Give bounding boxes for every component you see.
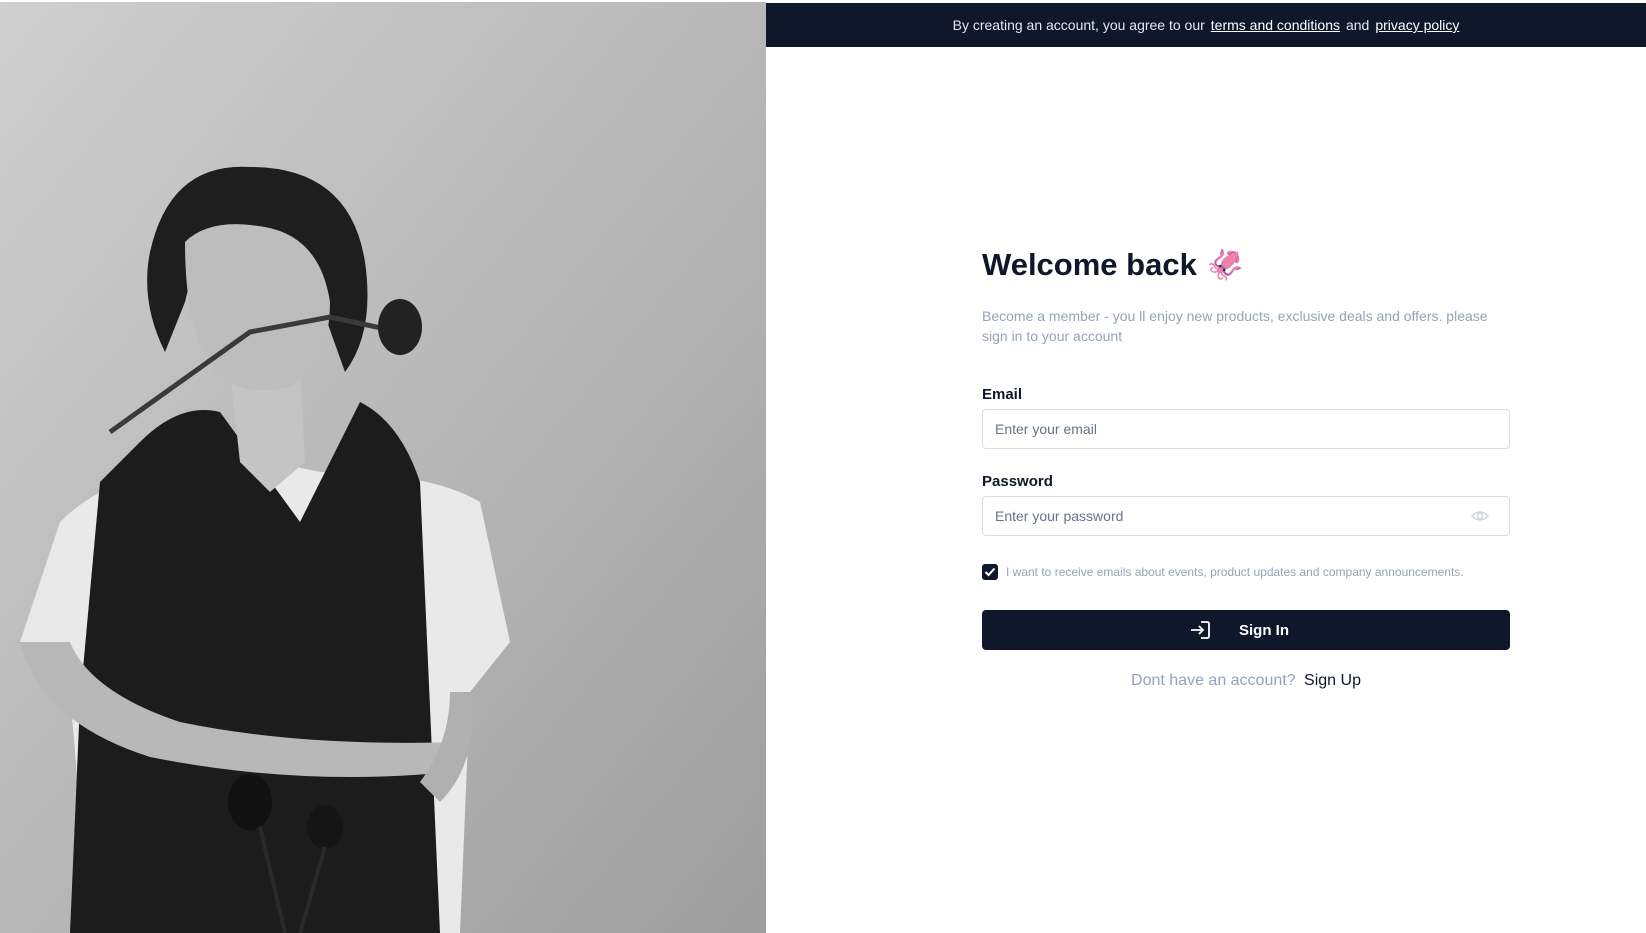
terms-and-conditions-link[interactable]: terms and conditions [1211,17,1340,33]
email-input[interactable] [983,410,1509,448]
email-label: Email [982,386,1023,403]
sign-in-form: Welcome back 🦑 Become a member - you ll … [982,240,1510,690]
sign-in-icon [1190,621,1210,643]
squid-emoji: 🦑 [1206,248,1245,282]
marketing-opt-in-label: I want to receive emails about events, p… [1006,565,1464,579]
terms-banner-text: By creating an account, you agree to our [952,17,1205,33]
page-subtitle: Become a member - you ll enjoy new produ… [982,308,1488,344]
password-field [982,496,1510,536]
signup-prompt: Dont have an account? Sign Up [982,672,1510,690]
marketing-opt-in: I want to receive emails about events, p… [982,564,1510,580]
terms-banner: By creating an account, you agree to our… [766,3,1646,47]
hero-photo-illustration [0,2,766,933]
password-label: Password [982,473,1053,490]
password-input[interactable] [983,497,1509,535]
signup-prompt-text: Dont have an account? [1131,672,1296,689]
privacy-policy-link[interactable]: privacy policy [1375,17,1459,33]
page-title: Welcome back 🦑 [982,240,1510,290]
sign-up-link[interactable]: Sign Up [1304,672,1361,689]
eye-icon[interactable] [1471,509,1489,528]
sign-in-button[interactable]: Sign In [982,610,1510,650]
check-icon [984,567,996,577]
hero-photo [0,2,766,933]
terms-banner-conjunction: and [1345,17,1370,33]
sign-in-button-label: Sign In [1239,621,1289,639]
marketing-opt-in-checkbox[interactable] [982,564,998,580]
page-title-text: Welcome back [982,247,1197,282]
email-field [982,409,1510,449]
